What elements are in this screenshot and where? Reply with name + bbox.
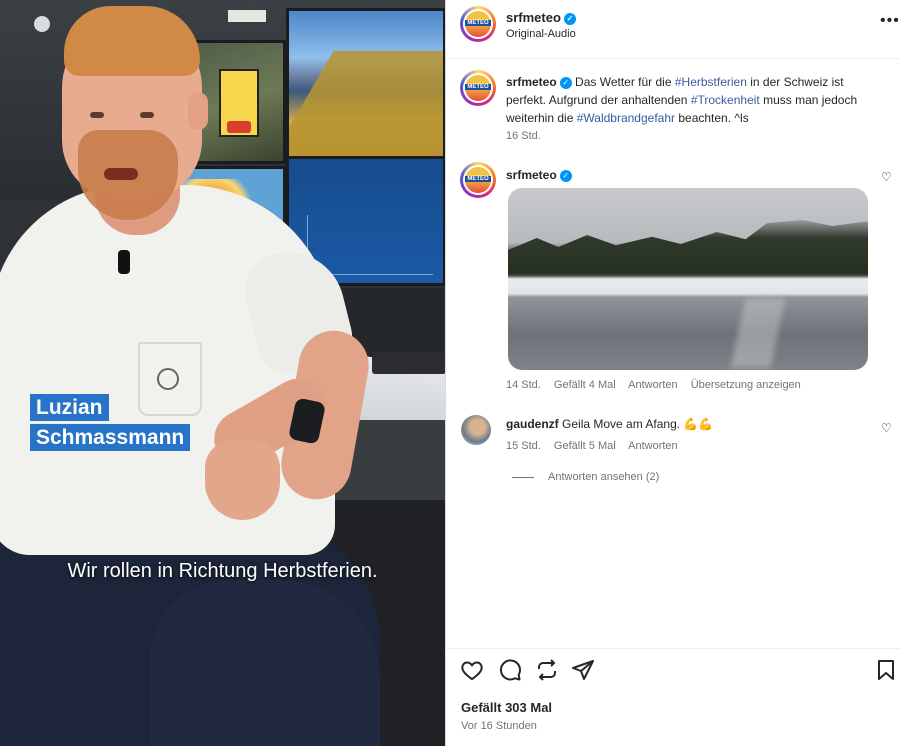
comment-meta: 15 Std. Gefällt 5 Mal Antworten [506,440,688,452]
keyboard [372,352,445,374]
person-eye [140,112,154,118]
verified-badge-icon: ✓ [559,169,572,182]
verified-badge-icon: ✓ [559,76,572,89]
comment-meta: 14 Std. Gefällt 4 Mal Antworten Übersetz… [506,379,811,391]
comment-header: srfmeteo ✓ [506,166,876,184]
like-comment-heart-icon[interactable]: ♡ [881,170,892,184]
person-mouth [104,168,138,180]
audio-label[interactable]: Original-Audio [506,28,576,40]
comment-gif[interactable] [508,188,868,370]
action-bar [446,658,900,688]
verified-badge-icon: ✓ [563,12,576,25]
comment-text: gaudenzf Geila Move am Afang. 💪💪 [506,415,876,433]
profile-avatar[interactable]: METEO [460,6,496,42]
caption-username[interactable]: srfmeteo [506,75,557,89]
hashtag-link[interactable]: #Trockenheit [691,93,760,107]
person-ear [188,92,208,130]
caption-text: srfmeteo ✓ Das Wetter für die #Herbstferi… [506,75,858,125]
monitor-mountain [286,8,445,160]
more-options-icon[interactable]: ••• [880,13,900,29]
comment-body: Geila Move am Afang. 💪💪 [562,417,714,431]
caption-avatar[interactable]: METEO [460,70,496,106]
actions-divider [446,648,900,649]
name-first: Luzian [30,394,109,421]
video-player[interactable]: Luzian Schmassmann Wir rollen in Richtun… [0,0,445,746]
hashtag-link[interactable]: #Herbstferien [675,75,747,89]
bookmark-icon[interactable] [874,658,898,682]
comment-time: 15 Std. [506,440,541,452]
post-panel: METEO srfmeteo ✓ Original-Audio ••• METEO… [445,0,900,746]
heart-icon[interactable] [460,658,484,682]
like-comment-heart-icon[interactable]: ♡ [881,421,892,435]
reply-button[interactable]: Antworten [628,440,678,452]
person-hand [205,440,280,520]
comment-username[interactable]: srfmeteo [506,168,557,182]
translate-button[interactable]: Übersetzung anzeigen [691,379,801,391]
header-username[interactable]: srfmeteo [506,10,561,25]
caption-meta: 16 Std. [506,130,551,142]
comment-time: 14 Std. [506,379,541,391]
comment-avatar[interactable]: METEO [460,162,496,198]
comment-avatar[interactable] [461,415,491,445]
comment-likes[interactable]: Gefällt 4 Mal [554,379,616,391]
header-username-row[interactable]: srfmeteo ✓ [506,10,576,25]
comment-username[interactable]: gaudenzf [506,417,559,431]
name-lower-third: Luzian Schmassmann [30,394,191,454]
caption-time: 16 Std. [506,130,541,142]
person-knee [150,580,380,746]
comment-icon[interactable] [498,658,522,682]
like-count[interactable]: Gefällt 303 Mal [461,700,552,715]
comment-likes[interactable]: Gefällt 5 Mal [554,440,616,452]
header-divider [446,58,900,59]
video-subtitle: Wir rollen in Richtung Herbstferien. [67,560,378,582]
share-icon[interactable] [571,658,595,682]
ceiling-light [228,10,266,22]
hashtag-link[interactable]: #Waldbrandgefahr [577,111,675,125]
smoke-detector [34,16,50,32]
view-replies-button[interactable]: Antworten ansehen (2) [512,471,659,483]
lavalier-mic [118,250,130,274]
shirt-logo [157,368,179,390]
repost-icon[interactable] [535,658,559,682]
reply-button[interactable]: Antworten [628,379,678,391]
post-age: Vor 16 Stunden [461,720,537,732]
name-last: Schmassmann [30,424,191,451]
person-eye [90,112,104,118]
